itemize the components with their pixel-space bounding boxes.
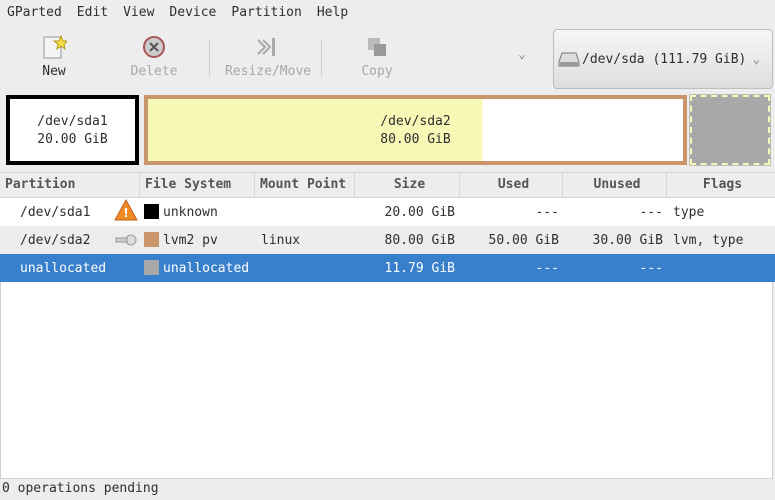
chevron-down-icon: ⌄: [752, 51, 761, 67]
col-used[interactable]: Used: [460, 172, 563, 198]
status-bar: 0 operations pending: [2, 481, 159, 496]
menu-device[interactable]: Device: [169, 5, 216, 20]
copy-button[interactable]: Copy: [337, 33, 417, 79]
key-icon: [115, 234, 137, 246]
menu-view[interactable]: View: [123, 5, 154, 20]
partition-map-sda2[interactable]: /dev/sda2 80.00 GiB: [144, 95, 687, 165]
resize-icon: [257, 38, 275, 56]
new-button[interactable]: New: [14, 33, 94, 79]
delete-icon: [143, 36, 165, 58]
delete-button[interactable]: Delete: [114, 33, 194, 79]
menu-help[interactable]: Help: [317, 5, 348, 20]
table-row-selected[interactable]: unallocated unallocated 11.79 GiB --- --…: [0, 254, 775, 282]
harddisk-icon: [558, 52, 580, 67]
partition-map-sda1[interactable]: /dev/sda1 20.00 GiB: [6, 95, 139, 165]
device-selector[interactable]: /dev/sda (111.79 GiB) ⌄: [553, 29, 773, 89]
menu-edit[interactable]: Edit: [77, 5, 108, 20]
fs-color-swatch: [144, 260, 159, 275]
svg-text:!: !: [123, 206, 128, 220]
col-mountpoint[interactable]: Mount Point: [255, 172, 355, 198]
copy-icon: [368, 38, 386, 56]
menu-bar: GParted Edit View Device Partition Help: [0, 0, 775, 25]
toolbar-overflow-chevron-icon[interactable]: ⌄: [518, 47, 526, 62]
table-row[interactable]: /dev/sda2 lvm2 pv linux 80.00 GiB 50.00 …: [0, 226, 775, 254]
col-unused[interactable]: Unused: [563, 172, 667, 198]
col-flags[interactable]: Flags: [667, 172, 773, 198]
col-filesystem[interactable]: File System: [140, 172, 255, 198]
menu-partition[interactable]: Partition: [231, 5, 301, 20]
new-partition-icon: [43, 34, 67, 59]
separator: [209, 39, 210, 77]
col-partition[interactable]: Partition: [0, 172, 140, 198]
fs-color-swatch: [144, 232, 159, 247]
table-row[interactable]: /dev/sda1 ! unknown 20.00 GiB --- --- ty…: [0, 198, 775, 226]
partition-map-unallocated[interactable]: [689, 94, 771, 166]
menu-gparted[interactable]: GParted: [7, 5, 62, 20]
resize-move-button[interactable]: Resize/Move: [225, 33, 311, 79]
toolbar: New Delete Resize/Move Copy ⌄ /dev/sda (…: [0, 25, 775, 93]
table-header: Partition File System Mount Point Size U…: [0, 172, 775, 198]
fs-color-swatch: [144, 204, 159, 219]
col-size[interactable]: Size: [355, 172, 460, 198]
separator: [321, 39, 322, 77]
warning-icon: !: [114, 199, 138, 221]
